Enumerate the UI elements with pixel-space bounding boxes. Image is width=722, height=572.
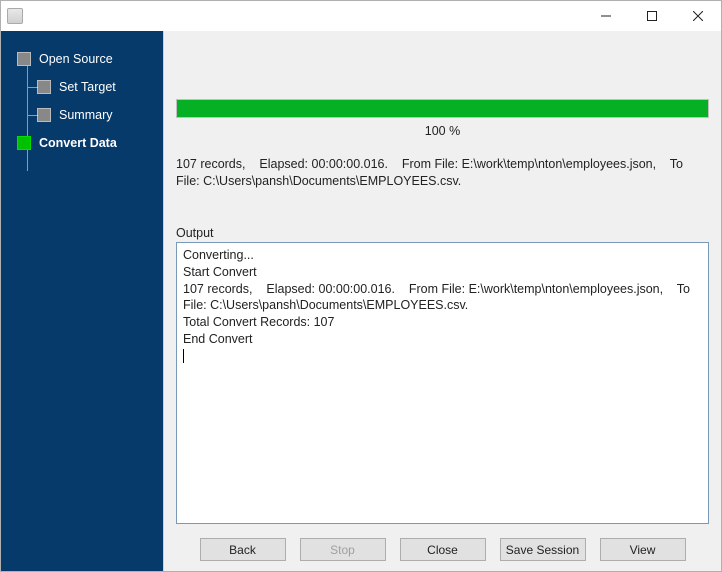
step-box-icon (17, 52, 31, 66)
window-controls (583, 1, 721, 31)
close-button[interactable]: Close (400, 538, 486, 561)
sidebar-item-label: Convert Data (39, 136, 117, 150)
text-cursor (183, 349, 184, 363)
maximize-button[interactable] (629, 1, 675, 31)
close-icon (693, 11, 703, 21)
stop-button: Stop (300, 538, 386, 561)
progress-bar (176, 99, 709, 118)
sidebar-item-set-target[interactable]: Set Target (9, 73, 155, 101)
button-row: Back Stop Close Save Session View (164, 530, 721, 571)
titlebar (1, 1, 721, 31)
save-session-button[interactable]: Save Session (500, 538, 586, 561)
minimize-button[interactable] (583, 1, 629, 31)
sidebar-item-open-source[interactable]: Open Source (9, 45, 155, 73)
sidebar-item-label: Open Source (39, 52, 113, 66)
sidebar-item-summary[interactable]: Summary (9, 101, 155, 129)
body: Open Source Set Target Summary Convert D… (1, 31, 721, 571)
step-box-icon (37, 108, 51, 122)
content: 100 % 107 records, Elapsed: 00:00:00.016… (164, 31, 721, 530)
step-box-icon (37, 80, 51, 94)
view-button[interactable]: View (600, 538, 686, 561)
minimize-icon (601, 11, 611, 21)
progress-percent-label: 100 % (176, 124, 709, 138)
app-icon (7, 8, 23, 24)
status-text: 107 records, Elapsed: 00:00:00.016. From… (176, 156, 709, 190)
sidebar-item-convert-data[interactable]: Convert Data (9, 129, 155, 157)
app-window: Open Source Set Target Summary Convert D… (0, 0, 722, 572)
back-button[interactable]: Back (200, 538, 286, 561)
step-box-icon (17, 136, 31, 150)
output-textarea[interactable]: Converting... Start Convert 107 records,… (176, 242, 709, 524)
output-label: Output (176, 226, 709, 240)
output-content: Converting... Start Convert 107 records,… (183, 248, 693, 346)
close-window-button[interactable] (675, 1, 721, 31)
maximize-icon (647, 11, 657, 21)
sidebar-item-label: Set Target (59, 80, 116, 94)
sidebar: Open Source Set Target Summary Convert D… (1, 31, 163, 571)
progress-fill (177, 100, 708, 117)
progress-section: 100 % (176, 99, 709, 138)
main-panel: 100 % 107 records, Elapsed: 00:00:00.016… (163, 31, 721, 571)
sidebar-item-label: Summary (59, 108, 112, 122)
